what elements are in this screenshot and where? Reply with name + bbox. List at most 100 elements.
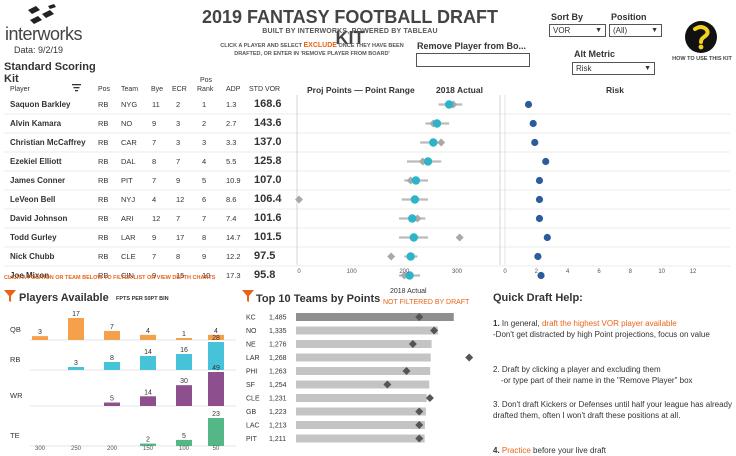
quick-help-title: Quick Draft Help: xyxy=(493,292,583,304)
proj-point xyxy=(408,214,417,223)
avail-count: 4 xyxy=(214,328,218,335)
avail-count: 3 xyxy=(38,329,42,336)
filter-icon[interactable] xyxy=(242,290,254,302)
proj-point xyxy=(429,138,438,147)
risk-axis-tick: 10 xyxy=(658,269,665,275)
player-charts: 0 100 200 300 0 2 4 6 8 10 12 xyxy=(4,95,730,280)
team-points: 1,276 xyxy=(269,342,287,349)
risk-point xyxy=(529,119,537,128)
top-teams-chart[interactable]: KC 1,485 NO 1,335 NE 1,276 LAR 1,268 PHI 1,263 SF 1… xyxy=(240,308,480,454)
avail-bar xyxy=(176,385,192,406)
team-bar xyxy=(296,326,438,335)
pos-label: QB xyxy=(10,325,21,334)
top-teams-actual-label: 2018 Actual xyxy=(390,288,427,295)
team-label: PIT xyxy=(246,436,258,443)
team-points: 1,211 xyxy=(269,436,286,443)
avail-count: 8 xyxy=(110,355,114,362)
team-bar xyxy=(296,434,425,443)
team-label: SF xyxy=(246,382,255,389)
team-label: NO xyxy=(246,328,257,335)
proj-axis-tick: 300 xyxy=(452,269,463,275)
team-points: 1,223 xyxy=(269,409,287,416)
avail-bar xyxy=(140,334,156,340)
avail-count: 14 xyxy=(144,349,152,356)
filter-note: CLICK A POSITION OR TEAM BELOW TO FILTER… xyxy=(4,275,216,281)
avail-bar xyxy=(32,336,48,340)
team-label: NE xyxy=(246,342,256,349)
actual-2018-marker xyxy=(295,195,303,204)
proj-point xyxy=(444,100,454,109)
proj-axis-tick: 0 xyxy=(297,269,301,275)
risk-point xyxy=(542,157,550,166)
help-item-2: 2. Draft by clicking a player and exclud… xyxy=(493,365,693,385)
actual-2018-marker xyxy=(455,233,464,242)
risk-axis-tick: 8 xyxy=(629,269,633,275)
players-available-chart[interactable]: QB 31774 1 4RB 3814 1628WR 5143049TE2523300 250… xyxy=(0,306,240,454)
help-item-3: 3. Don't draft Kickers or Defenses until… xyxy=(493,400,732,420)
avail-bar xyxy=(104,362,120,370)
risk-axis-tick: 0 xyxy=(503,269,507,275)
avail-bar xyxy=(208,418,224,446)
team-points: 1,231 xyxy=(269,396,287,403)
risk-point xyxy=(535,176,544,185)
players-available-subtitle: FPTS PER 50PT BIN xyxy=(116,296,169,302)
avail-count: 16 xyxy=(180,347,188,354)
team-points: 1,263 xyxy=(269,369,287,376)
avail-bar xyxy=(104,402,120,406)
team-bar xyxy=(296,380,430,389)
help-item-1: 1. In general, draft the highest VOR pla… xyxy=(493,319,710,339)
team-label: LAR xyxy=(246,355,260,362)
risk-axis-tick: 12 xyxy=(690,269,697,275)
risk-point xyxy=(531,138,539,147)
players-available-title: Players Available xyxy=(19,292,109,304)
risk-point xyxy=(535,214,544,223)
team-bar xyxy=(296,353,431,362)
team-label: CLE xyxy=(246,396,260,403)
bin-axis-tick: 300 xyxy=(35,446,46,452)
top-teams-title: Top 10 Teams by Points xyxy=(256,293,381,305)
avail-count: 2 xyxy=(146,437,150,444)
help-link-vor[interactable]: draft the highest VOR player available xyxy=(542,319,677,328)
team-points: 1,268 xyxy=(269,355,287,362)
proj-point xyxy=(406,252,415,261)
avail-bar xyxy=(104,330,120,340)
bin-axis-tick: 200 xyxy=(107,446,118,452)
bin-axis-tick: 250 xyxy=(71,446,82,452)
avail-bar xyxy=(140,396,156,406)
proj-point xyxy=(411,176,421,185)
risk-point xyxy=(535,195,544,204)
avail-bar xyxy=(176,354,192,370)
avail-bar xyxy=(208,372,224,406)
avail-count: 14 xyxy=(144,389,152,396)
pos-label: RB xyxy=(10,355,20,364)
filter-icon[interactable] xyxy=(4,290,16,302)
avail-count: 28 xyxy=(212,335,220,342)
avail-count: 4 xyxy=(146,328,150,335)
team-points: 1,335 xyxy=(269,328,287,335)
avail-count: 23 xyxy=(212,411,220,418)
avail-count: 1 xyxy=(182,331,186,338)
proj-point xyxy=(432,119,442,128)
avail-count: 5 xyxy=(110,396,114,403)
proj-point xyxy=(423,157,433,166)
avail-bar xyxy=(176,338,192,340)
actual-2018-marker xyxy=(437,138,446,147)
avail-bar xyxy=(68,367,84,370)
risk-axis-tick: 4 xyxy=(566,269,570,275)
avail-count: 49 xyxy=(212,365,220,372)
bin-axis-tick: 150 xyxy=(143,446,154,452)
actual-2018-marker xyxy=(387,252,396,261)
avail-count: 3 xyxy=(74,360,78,367)
team-points: 1,254 xyxy=(269,382,287,389)
help-item-4: 4. Practice before your live draft xyxy=(493,446,606,455)
risk-point xyxy=(537,271,545,280)
risk-point xyxy=(524,100,533,109)
risk-axis-tick: 6 xyxy=(597,269,601,275)
avail-bar xyxy=(140,356,156,370)
risk-point xyxy=(543,233,551,242)
pos-label: TE xyxy=(10,431,20,440)
team-label: LAC xyxy=(246,423,260,430)
proj-axis-tick: 200 xyxy=(399,269,410,275)
risk-point xyxy=(534,252,542,261)
proj-point xyxy=(410,195,420,204)
